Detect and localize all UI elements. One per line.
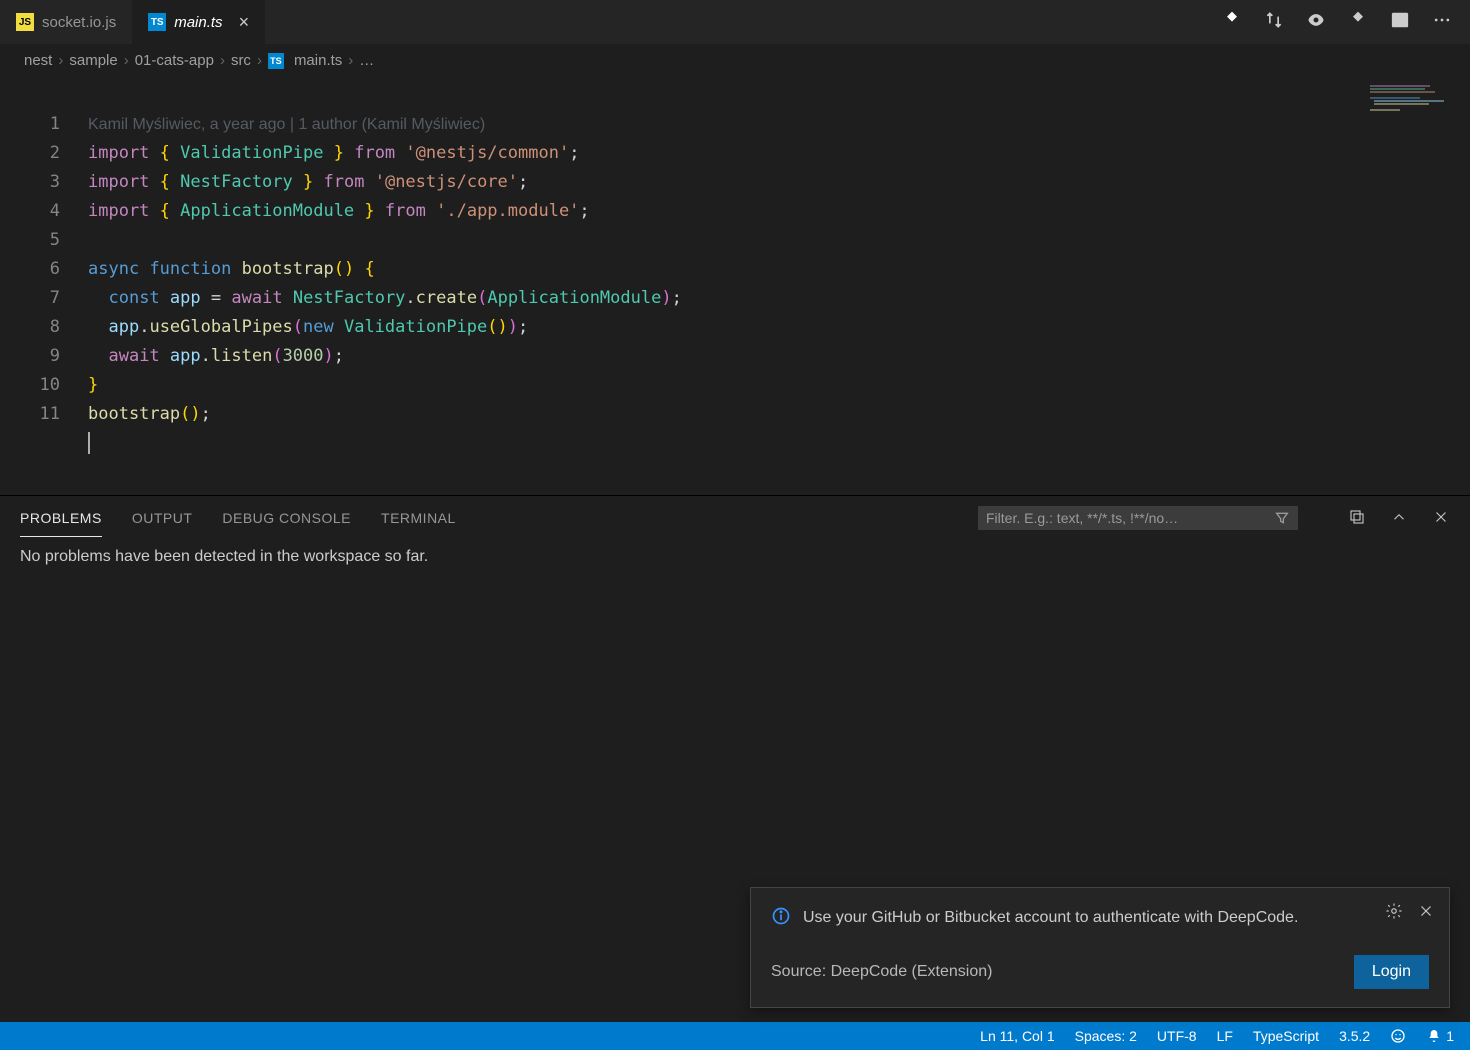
status-notifications-icon[interactable]: 1 (1426, 1028, 1454, 1044)
breadcrumb-part[interactable]: 01-cats-app (135, 52, 214, 69)
tab-socketio[interactable]: JS socket.io.js (0, 0, 132, 44)
eye-icon[interactable] (1306, 10, 1326, 35)
panel-tab-debug[interactable]: DEBUG CONSOLE (222, 500, 351, 536)
notification-message: Use your GitHub or Bitbucket account to … (803, 906, 1429, 931)
status-bar: Ln 11, Col 1 Spaces: 2 UTF-8 LF TypeScri… (0, 1022, 1470, 1050)
collapse-all-icon[interactable] (1348, 508, 1366, 529)
problems-message: No problems have been detected in the wo… (0, 540, 1470, 574)
more-actions-icon[interactable] (1432, 10, 1452, 35)
source-control-diamond-icon[interactable] (1222, 10, 1242, 35)
minimap[interactable] (1370, 85, 1466, 113)
status-eol[interactable]: LF (1217, 1028, 1233, 1044)
status-ts-version[interactable]: 3.5.2 (1339, 1028, 1370, 1044)
problems-filter-input[interactable]: Filter. E.g.: text, **/*.ts, !**/no… (978, 506, 1298, 530)
breadcrumb-part[interactable]: sample (69, 52, 117, 69)
tab-main-ts[interactable]: TS main.ts × (132, 0, 265, 44)
code-content[interactable]: Kamil Myśliwiec, a year ago | 1 author (… (88, 81, 1470, 487)
notification-toast: Use your GitHub or Bitbucket account to … (750, 887, 1450, 1008)
panel-tab-output[interactable]: OUTPUT (132, 500, 193, 536)
status-language[interactable]: TypeScript (1253, 1028, 1319, 1044)
chevron-up-icon[interactable] (1390, 508, 1408, 529)
text-cursor (88, 432, 90, 454)
tab-label: main.ts (174, 14, 222, 31)
notification-source: Source: DeepCode (Extension) (771, 963, 992, 981)
breadcrumb-ellipsis[interactable]: … (359, 52, 374, 69)
split-editor-icon[interactable] (1390, 10, 1410, 35)
close-panel-icon[interactable] (1432, 508, 1450, 529)
status-cursor-position[interactable]: Ln 11, Col 1 (980, 1028, 1054, 1044)
breadcrumb-file[interactable]: main.ts (294, 52, 342, 69)
info-icon (771, 906, 791, 931)
editor-toolbar (1204, 10, 1470, 35)
filter-icon[interactable] (1274, 510, 1290, 526)
js-file-icon: JS (16, 13, 34, 31)
status-encoding[interactable]: UTF-8 (1157, 1028, 1197, 1044)
notification-count: 1 (1446, 1028, 1454, 1044)
source-control-diamond-icon-2[interactable] (1348, 10, 1368, 35)
breadcrumb[interactable]: nest› sample› 01-cats-app› src› TS main.… (0, 44, 1470, 77)
code-editor[interactable]: 1 2 3 4 5 6 7 8 9 10 11 Kamil Myśliwiec,… (0, 77, 1470, 495)
breadcrumb-part[interactable]: src (231, 52, 251, 69)
editor-tabs: JS socket.io.js TS main.ts × (0, 0, 1470, 44)
filter-placeholder: Filter. E.g.: text, **/*.ts, !**/no… (986, 510, 1268, 526)
tab-label: socket.io.js (42, 14, 116, 31)
ts-file-icon: TS (268, 53, 284, 69)
close-tab-icon[interactable]: × (239, 12, 250, 33)
gear-icon[interactable] (1385, 902, 1403, 925)
compare-changes-icon[interactable] (1264, 10, 1284, 35)
status-indentation[interactable]: Spaces: 2 (1075, 1028, 1137, 1044)
git-blame-annotation: Kamil Myśliwiec, a year ago | 1 author (… (88, 116, 485, 133)
breadcrumb-part[interactable]: nest (24, 52, 52, 69)
ts-file-icon: TS (148, 13, 166, 31)
panel-tab-problems[interactable]: PROBLEMS (20, 500, 102, 537)
gutter: 1 2 3 4 5 6 7 8 9 10 11 (0, 81, 88, 487)
close-notification-icon[interactable] (1417, 902, 1435, 925)
status-feedback-icon[interactable] (1390, 1028, 1406, 1044)
panel-tab-terminal[interactable]: TERMINAL (381, 500, 456, 536)
login-button[interactable]: Login (1354, 955, 1429, 989)
